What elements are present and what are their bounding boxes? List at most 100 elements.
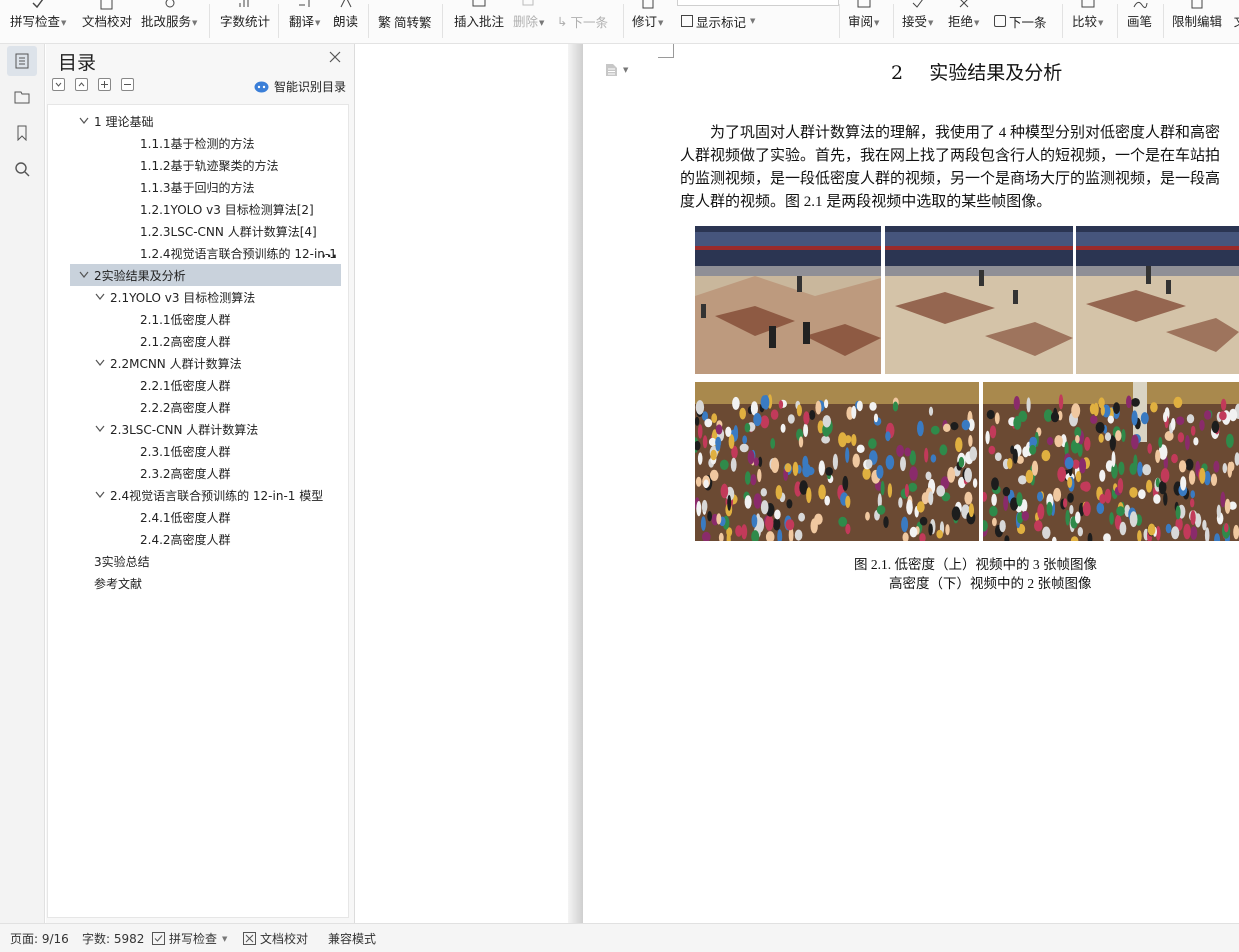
outline-item[interactable]: 2.1.1低密度人群 [48,308,348,330]
next-comment-button[interactable]: ↳ 下一条 [557,12,608,30]
word-count-indicator[interactable]: 字数: 5982 [82,930,144,947]
page-shadow [568,44,583,923]
pen-icon [1129,0,1151,13]
outline-item[interactable]: 1.1.3基于回归的方法 [48,176,348,198]
overflow-label: 文 [1234,14,1239,30]
outline-item-label: 2.1.1低密度人群 [140,312,231,327]
outline-item[interactable]: 2.2.1低密度人群 [48,374,348,396]
comment-icon [468,0,490,13]
ink-button[interactable]: 画笔 [1127,0,1152,43]
paragraph-line: 的监测视频，是一段低密度人群的视频，另一个是商场大厅的监测视频，是一段高 [680,171,1221,187]
outline-item[interactable]: 2.1YOLO v3 目标检测算法 [48,286,348,308]
review-button[interactable]: 审阅▼ [848,0,879,43]
compare-button[interactable]: 比较▼ [1072,0,1103,43]
chapter-view-button[interactable] [7,82,37,112]
status-proofread-button[interactable]: 文档校对 [243,930,308,947]
outline-item-label: 1 理论基础 [94,114,154,129]
delete-comment-icon [518,0,540,13]
review-icon [853,0,875,13]
chevron-down-icon [55,82,62,87]
batch-service-button[interactable]: 批改服务▼ [141,0,197,43]
outline-item[interactable]: 1.2.4视觉语言联合预训练的 12-in-1... [48,242,348,264]
outline-item-label: 2.1YOLO v3 目标检测算法 [110,290,256,305]
outline-item[interactable]: 1.1.1基于检测的方法 [48,132,348,154]
smart-toc-button[interactable]: 智能识别目录 [254,78,346,95]
next-change-icon [994,15,1006,27]
track-changes-button[interactable]: 修订▼ [632,0,663,43]
show-markup-label: 显示标记 [696,14,747,30]
outline-item-label: 2.4.2高密度人群 [140,532,231,547]
outline-item[interactable]: 3实验总结 [48,550,348,572]
word-count-indicator-label: 字数: 5982 [82,932,145,946]
translate-button[interactable]: 翻译▼ [289,0,320,43]
outline-item[interactable]: 1.2.3LSC-CNN 人群计数算法[4] [48,220,348,242]
outline-item[interactable]: 2.4视觉语言联合预训练的 12-in-1 模型 [48,484,348,506]
outline-item[interactable]: 2.4.1低密度人群 [48,506,348,528]
high-density-frame-1 [695,382,979,541]
outline-tools [52,78,134,91]
chevron-down-icon[interactable] [94,357,106,369]
chevron-down-icon[interactable] [94,291,106,303]
page-indicator[interactable]: 页面: 9/16 [10,930,69,947]
close-outline-button[interactable] [328,50,342,64]
outline-item[interactable]: 2.3.1低密度人群 [48,440,348,462]
outline-item[interactable]: 2.4.2高密度人群 [48,528,348,550]
delete-label: 删除 [513,14,539,29]
next-change-button[interactable]: 下一条 [994,12,1047,30]
markup-select-box[interactable] [677,0,839,6]
bookmark-view-button[interactable] [7,118,37,148]
search-view-button[interactable] [7,154,37,184]
track-changes-label: 修订 [632,14,658,29]
outline-item-label: 2.3.2高密度人群 [140,466,231,481]
status-spell-check-button[interactable]: 拼写检查 ▼ [152,930,227,947]
outline-view-button[interactable] [7,46,37,76]
collapse-all-button[interactable] [52,78,65,91]
accept-button[interactable]: 接受▼ [902,0,933,43]
chevron-down-icon[interactable] [94,423,106,435]
proofread-icon [243,932,256,945]
insert-comment-button[interactable]: 插入批注 [454,0,504,43]
outline-item[interactable]: 2实验结果及分析 [70,264,341,286]
outline-item-label: 1.2.4视觉语言联合预训练的 12-in-1 [140,246,337,261]
outline-item[interactable]: 2.3LSC-CNN 人群计数算法 [48,418,348,440]
chevron-down-icon[interactable] [78,269,90,281]
delete-comment-button[interactable]: 删除▼ [513,0,544,43]
batch-service-label: 批改服务 [141,14,192,29]
document-page[interactable]: ▼ 2 实验结果及分析 为了巩固对人群计数算法的理解，我使用了 4 种模型分别对… [583,44,1239,923]
chevron-down-icon[interactable] [78,115,90,127]
paragraph-line: 人群视频做了实验。首先，我在网上找了两段包含行人的短视频，一个是在车站拍 [680,148,1221,164]
promote-button[interactable] [98,78,111,91]
outline-item[interactable]: 2.2MCNN 人群计数算法 [48,352,348,374]
chevron-down-icon[interactable] [94,489,106,501]
demote-button[interactable] [121,78,134,91]
outline-item[interactable]: 参考文献 [48,572,348,594]
outline-item[interactable]: 2.3.2高密度人群 [48,462,348,484]
word-count-button[interactable]: 字数统计 [220,0,270,43]
doc-proofread-button[interactable]: 文档校对 [82,0,133,43]
outline-item[interactable]: 2.1.2高密度人群 [48,330,348,352]
outline-item-label: 2.4视觉语言联合预训练的 12-in-1 模型 [110,488,324,503]
low-density-frame-1 [695,226,881,374]
paragraph-menu-button[interactable]: ▼ [605,63,628,77]
outline-title: 目录 [58,52,97,74]
outline-item[interactable]: 1.2.1YOLO v3 目标检测算法[2] [48,198,348,220]
restrict-edit-button[interactable]: 限制编辑 [1172,0,1222,43]
speaker-icon [335,0,357,13]
spell-check-button[interactable]: 拼写检查▼ [10,0,66,43]
read-aloud-button[interactable]: 朗读 [333,0,358,43]
simp-trad-button[interactable]: 繁 简转繁 [378,12,432,31]
page-indicator-label: 页面: 9/16 [10,932,69,946]
expand-all-button[interactable] [75,78,88,91]
outline-item-label: 1.2.3LSC-CNN 人群计数算法[4] [140,224,317,239]
outline-item[interactable]: 1.1.2基于轨迹聚类的方法 [48,154,348,176]
outline-item[interactable]: 1 理论基础 [48,110,348,132]
show-markup-button[interactable]: 显示标记 ▼ [681,12,755,30]
overflow-button[interactable]: 文 [1229,0,1239,43]
doc-proofread-label: 文档校对 [82,14,133,29]
compat-mode-label: 兼容模式 [328,932,377,946]
lock-doc-icon [1186,0,1208,13]
body-paragraph: 为了巩固对人群计数算法的理解，我使用了 4 种模型分别对低密度人群和高密 人群视… [680,122,1239,214]
outline-item[interactable]: 2.2.2高密度人群 [48,396,348,418]
reject-button[interactable]: 拒绝▼ [948,0,979,43]
chevron-down-icon: ▼ [623,66,629,74]
